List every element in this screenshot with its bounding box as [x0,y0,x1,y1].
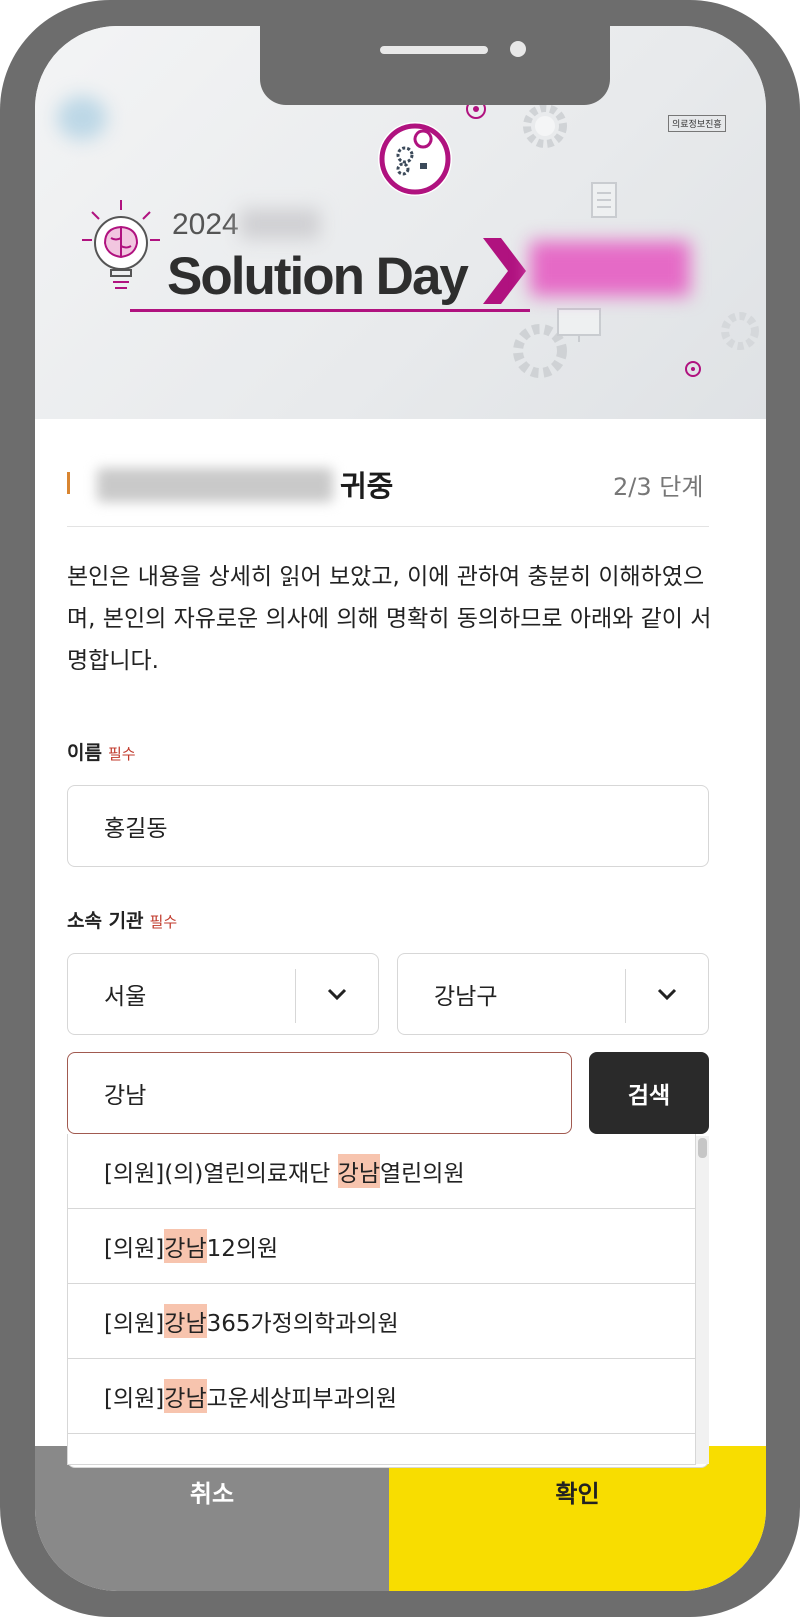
district-select[interactable]: 강남구 [397,953,709,1035]
monitor-icon [557,308,601,342]
name-input[interactable]: 홍길동 [67,785,709,867]
scrollbar-thumb[interactable] [698,1138,707,1158]
organization-search-input[interactable]: 강남 [67,1052,572,1134]
result-suffix: 365가정의학과의원 [206,1311,399,1337]
result-prefix: [의원] [104,1311,165,1337]
result-item[interactable]: [의원] 강남 12의원 [68,1209,695,1284]
speaker-grille [380,46,488,54]
result-prefix: [의원](의)열린의료재단 [104,1161,338,1187]
gear-small-icon-2 [685,361,701,377]
camera-dot [510,41,526,57]
result-suffix: 12의원 [206,1236,279,1262]
chevron-down-icon [657,988,677,1001]
result-match: 강남 [164,1379,207,1413]
screen: 2024 Solution Day 의료정보진흥 귀중 2/3 단계 본인은 내… [35,26,766,1591]
banner-year: 2024 [172,208,239,241]
banner-underline [130,309,530,312]
city-select[interactable]: 서울 [67,953,379,1035]
result-match: 강남 [164,1229,207,1263]
result-suffix: 고운세상피부과의원 [206,1386,398,1412]
required-tag: 필수 [107,745,136,763]
phone-frame: 2024 Solution Day 의료정보진흥 귀중 2/3 단계 본인은 내… [0,0,800,1617]
blurred-subtitle [240,209,320,239]
banner-title: Solution Day [167,247,469,306]
blurred-logo [57,96,107,140]
district-select-value: 강남구 [434,984,498,1010]
city-select-value: 서울 [104,984,147,1010]
select-divider [625,969,626,1023]
step-indicator: 2/3 단계 [613,473,704,501]
section-divider [67,526,709,527]
result-match: 강남 [337,1154,380,1188]
gear-decoration-icon [523,104,567,148]
chevron-down-icon [327,988,347,1001]
result-item[interactable]: [의원] 강남 고운세상피부과의원 [68,1359,695,1434]
consent-description: 본인은 내용을 상세히 읽어 보았고, 이에 관하여 충분히 이해하였으며, 본… [67,564,712,674]
section-title: 귀중 [340,469,394,503]
blurred-event-name [530,241,690,296]
required-tag: 필수 [149,913,178,931]
select-divider [295,969,296,1023]
org-label: 소속 기관 필수 [67,906,177,933]
phone-notch [260,26,610,105]
result-item[interactable]: [의원] 강남 365가정의학과의원 [68,1284,695,1359]
result-match: 강남 [164,1304,207,1338]
result-prefix: [의원] [104,1236,165,1262]
search-input-value: 강남 [104,1083,147,1109]
section-accent-bar [67,472,70,494]
result-suffix: 열린의원 [379,1161,465,1187]
search-results-dropdown: [의원](의)열린의료재단 강남 열린의원 [의원] 강남 12의원 [의원] 강남 36… [67,1134,696,1465]
dropdown-scrollbar[interactable] [696,1136,709,1464]
document-icon [591,182,617,218]
org-label-text: 소속 기관 [67,910,144,932]
blurred-organization-name [97,468,333,502]
name-label: 이름 필수 [67,738,136,765]
gears-bulb-icon [378,122,452,196]
gear-gray-icon-2 [721,312,759,350]
corner-logo: 의료정보진흥 [668,115,726,132]
name-input-value: 홍길동 [104,816,168,842]
result-item[interactable] [68,1434,695,1464]
brain-bulb-icon [82,200,160,289]
result-prefix: [의원] [104,1386,165,1412]
chevron-right-icon [483,238,526,304]
name-label-text: 이름 [67,742,102,764]
result-item[interactable]: [의원](의)열린의료재단 강남 열린의원 [68,1134,695,1209]
search-button[interactable]: 검색 [589,1052,709,1134]
